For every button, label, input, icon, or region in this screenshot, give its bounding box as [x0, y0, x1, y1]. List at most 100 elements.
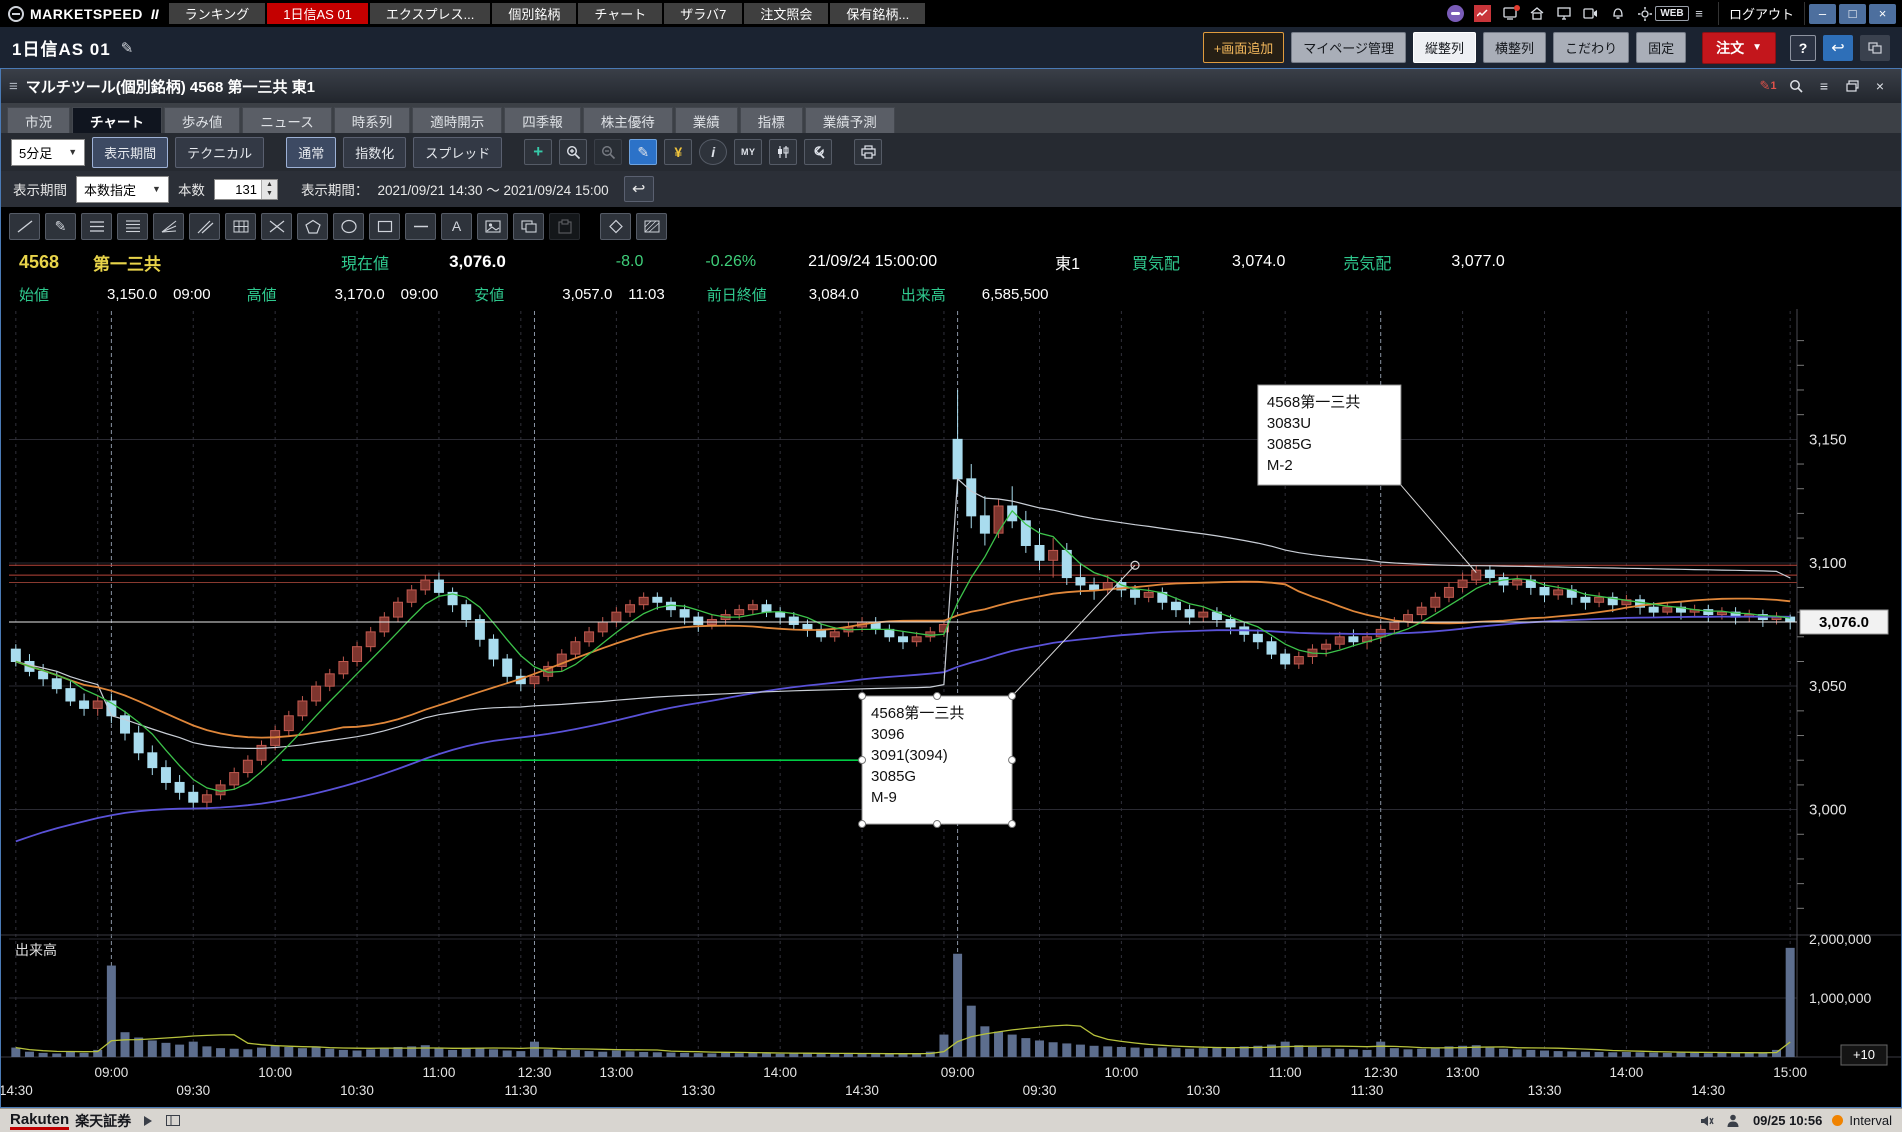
ispeed-icon[interactable] — [1472, 5, 1494, 23]
maximize-icon[interactable]: □ — [1839, 4, 1866, 24]
draw-hline-icon[interactable] — [405, 213, 436, 240]
annotation-handle[interactable] — [1009, 757, 1016, 764]
timeframe-select[interactable]: 5分足 ▼ — [11, 139, 85, 166]
panel-toggle-icon[interactable] — [163, 1113, 183, 1129]
add-screen-button[interactable]: +画面追加 — [1203, 32, 1285, 63]
mypage-manage-button[interactable]: マイページ管理 — [1291, 32, 1406, 63]
chart-type-icon[interactable] — [769, 139, 797, 165]
annotation-handle[interactable] — [859, 693, 866, 700]
edit-workspace-icon[interactable]: ✎ — [121, 39, 134, 57]
yen-display-button[interactable]: ¥ — [664, 139, 692, 165]
draw-parallel-lines-icon[interactable] — [81, 213, 112, 240]
annotation-handle[interactable] — [859, 757, 866, 764]
return-button[interactable]: ↩ — [1823, 35, 1853, 61]
draw-text-icon[interactable]: A — [441, 213, 472, 240]
draw-mode-button[interactable]: ✎ — [629, 139, 657, 165]
menu-tab-individual-stock[interactable]: 個別銘柄 — [492, 3, 576, 24]
settings-wrench-icon[interactable] — [804, 139, 832, 165]
menu-tab-holdings[interactable]: 保有銘柄... — [830, 3, 925, 24]
video-icon[interactable] — [1580, 5, 1602, 23]
spread-mode-button[interactable]: スプレッド — [413, 137, 502, 168]
annotation-handle[interactable] — [934, 821, 941, 828]
tab-news[interactable]: ニュース — [242, 107, 331, 133]
info-button[interactable]: i — [699, 139, 727, 165]
draw-gann-grid-icon[interactable] — [225, 213, 256, 240]
tab-market[interactable]: 市況 — [7, 107, 70, 133]
draw-channel-icon[interactable] — [189, 213, 220, 240]
user-icon[interactable] — [1723, 1113, 1743, 1129]
copy-drawing-icon[interactable] — [513, 213, 544, 240]
technical-button[interactable]: テクニカル — [175, 137, 264, 168]
annotation-handle[interactable] — [934, 693, 941, 700]
normal-mode-button[interactable]: 通常 — [286, 137, 336, 168]
my-chart-button[interactable]: MY — [734, 139, 762, 165]
draw-diamond-icon[interactable] — [600, 213, 631, 240]
menu-tab-chart[interactable]: チャート — [578, 3, 662, 24]
candlestick-chart[interactable]: 3,1503,1003,0503,0002,000,0001,000,0003,… — [1, 309, 1901, 1107]
draw-polygon-icon[interactable] — [297, 213, 328, 240]
link-group-icon[interactable]: ✎1 — [1755, 75, 1781, 97]
home-icon[interactable] — [1526, 5, 1548, 23]
tab-shareholder-benefit[interactable]: 株主優待 — [583, 107, 673, 133]
logout-button[interactable]: ログアウト — [1718, 2, 1805, 25]
tab-chart[interactable]: チャート — [72, 107, 162, 133]
tab-earnings-forecast[interactable]: 業績予測 — [805, 107, 895, 133]
count-up-icon[interactable]: ▲ — [262, 180, 277, 190]
minimize-icon[interactable]: – — [1809, 4, 1836, 24]
draw-stamp-icon[interactable] — [477, 213, 508, 240]
count-down-icon[interactable]: ▼ — [262, 189, 277, 199]
draw-cross-lines-icon[interactable] — [261, 213, 292, 240]
menu-tab-zaraba7[interactable]: ザラバ7 — [664, 3, 742, 24]
draw-rectangle-icon[interactable] — [369, 213, 400, 240]
annotation-handle[interactable] — [859, 821, 866, 828]
tab-timeseries[interactable]: 時系列 — [334, 107, 411, 133]
period-mode-select[interactable]: 本数指定 ▼ — [76, 176, 169, 203]
draw-multi-lines-icon[interactable] — [117, 213, 148, 240]
tile-windows-button[interactable] — [1860, 35, 1890, 61]
print-icon[interactable] — [854, 139, 882, 165]
window-titlebar[interactable]: ≡ マルチツール(個別銘柄) 4568 第一三共 東1 ✎1 ≡ × — [1, 69, 1901, 103]
restore-icon[interactable] — [1839, 75, 1865, 97]
gear-icon[interactable] — [1634, 5, 1656, 23]
search-icon[interactable] — [1783, 75, 1809, 97]
zoom-out-icon[interactable] — [594, 139, 622, 165]
window-close-icon[interactable]: × — [1867, 75, 1893, 97]
paste-drawing-icon[interactable] — [549, 213, 580, 240]
custom-align-button[interactable]: こだわり — [1553, 32, 1629, 63]
tab-tick[interactable]: 歩み値 — [164, 107, 241, 133]
tab-earnings[interactable]: 業績 — [675, 107, 738, 133]
menu-icon[interactable]: ≡ — [1688, 5, 1710, 23]
menu-tab-order-inquiry[interactable]: 注文照会 — [744, 3, 828, 24]
draw-fan-icon[interactable] — [153, 213, 184, 240]
draw-trendline-icon[interactable] — [9, 213, 40, 240]
window-menu-icon[interactable]: ≡ — [1811, 75, 1837, 97]
app-purple-icon[interactable] — [1445, 5, 1467, 23]
tab-disclosure[interactable]: 適時開示 — [412, 107, 502, 133]
speaker-icon[interactable] — [1697, 1113, 1717, 1129]
help-button[interactable]: ? — [1790, 35, 1816, 61]
annotation-handle[interactable] — [1009, 821, 1016, 828]
pin-layout-button[interactable]: 固定 — [1636, 32, 1686, 63]
zoom-in-icon[interactable] — [559, 139, 587, 165]
bar-count-stepper[interactable]: ▲ ▼ — [214, 179, 278, 200]
notification-icon[interactable] — [1499, 5, 1521, 23]
menu-tab-1day-as01[interactable]: 1日信AS 01 — [267, 3, 368, 24]
bar-count-input[interactable] — [215, 180, 261, 199]
display-period-button[interactable]: 表示期間 — [92, 137, 168, 168]
reset-period-icon[interactable]: ↩ — [624, 176, 654, 202]
close-icon[interactable]: × — [1869, 4, 1896, 24]
draw-ellipse-icon[interactable] — [333, 213, 364, 240]
add-chart-button[interactable]: + — [524, 139, 552, 165]
draw-pencil-icon[interactable]: ✎ — [45, 213, 76, 240]
tab-shikiho[interactable]: 四季報 — [504, 107, 581, 133]
annotation-handle[interactable] — [1009, 693, 1016, 700]
bell-icon[interactable] — [1607, 5, 1629, 23]
menu-tab-ranking[interactable]: ランキング — [169, 3, 266, 24]
vertical-align-button[interactable]: 縦整列 — [1413, 32, 1476, 63]
tab-indicators[interactable]: 指標 — [740, 107, 803, 133]
indexed-mode-button[interactable]: 指数化 — [343, 137, 406, 168]
monitor-icon[interactable] — [1553, 5, 1575, 23]
horizontal-align-button[interactable]: 横整列 — [1483, 32, 1546, 63]
order-button[interactable]: 注文 ▼ — [1702, 32, 1776, 64]
web-badge[interactable]: WEB — [1661, 5, 1683, 23]
